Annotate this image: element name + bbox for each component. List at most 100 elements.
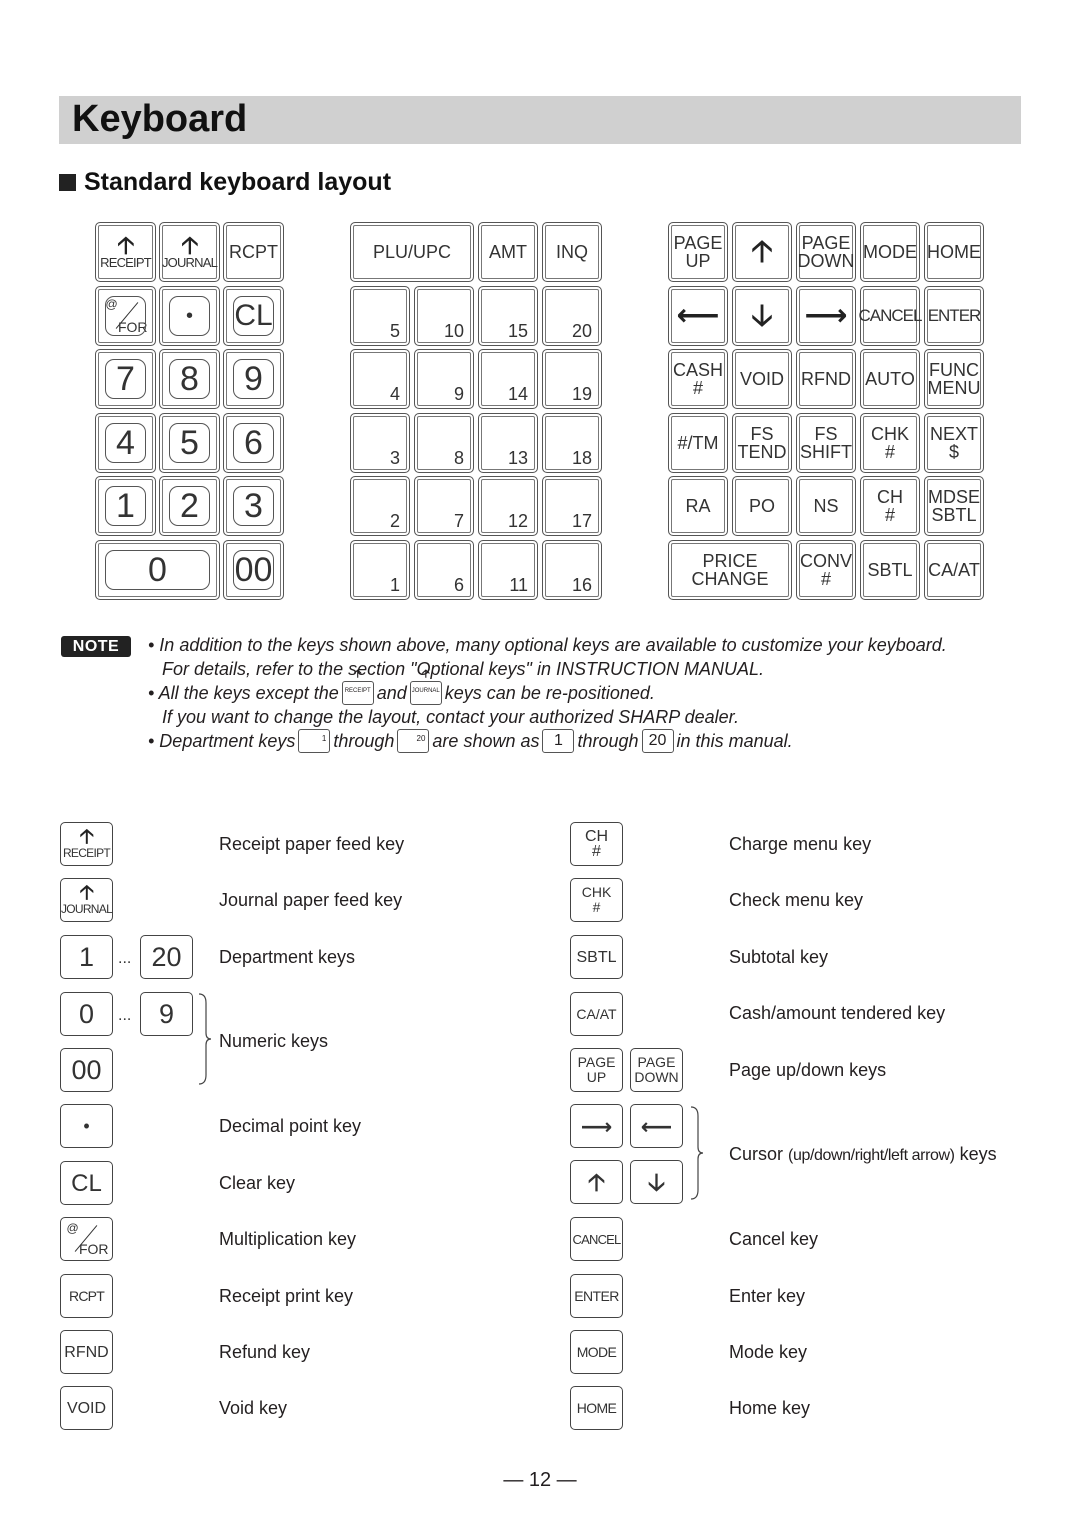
department-key[interactable]: 17 [542,476,602,536]
department-key[interactable]: 12 [478,476,538,536]
key-cl[interactable]: CL [223,286,284,346]
department-key[interactable]: 1 [350,540,410,600]
key-right-arrow[interactable]: ⟶ [796,286,856,346]
key-3[interactable]: 3 [223,476,284,536]
key-amt[interactable]: AMT [478,222,538,282]
key-home[interactable]: HOME [924,222,984,282]
key-po[interactable]: PO [732,476,792,536]
legend-text-home: Home key [729,1398,811,1418]
key-6[interactable]: 6 [223,413,284,473]
legend-key-decimal: • [60,1104,113,1148]
key-tm[interactable]: #/TM [668,413,728,473]
legend-key-enter: ENTER [570,1274,623,1318]
key-func-menu[interactable]: FUNC MENU [924,349,984,409]
key-label: #/TM [677,433,719,453]
key-label-group: RFND [801,370,851,388]
department-key[interactable]: 14 [478,349,538,409]
legend-key-page-down: PAGE DOWN [630,1048,683,1092]
key-chk[interactable]: CHK # [860,413,920,473]
key-inq[interactable]: INQ [542,222,602,282]
key-8[interactable]: 8 [159,349,220,409]
department-key[interactable]: 9 [414,349,474,409]
department-key[interactable]: 18 [542,413,602,473]
key-receipt-feed[interactable]: 🡡 RECEIPT [95,222,156,282]
legend-text-void: Void key [219,1398,288,1418]
note-line-5: • Department keys 1 through 20 are shown… [148,729,947,753]
key-label-group: AUTO [865,370,915,388]
key-5[interactable]: 5 [159,413,220,473]
department-key[interactable]: 10 [414,286,474,346]
key-label: INQ [555,242,588,262]
key-page-down[interactable]: PAGE DOWN [796,222,856,282]
key-2[interactable]: 2 [159,476,220,536]
key-left-arrow[interactable]: ⟵ [668,286,728,346]
key-9[interactable]: 9 [223,349,284,409]
key-label-group: FS SHIFT [800,425,852,461]
key-0[interactable]: 0 [95,540,220,600]
key-label: FUNC [929,360,979,380]
key-fs-tend[interactable]: FS TEND [732,413,792,473]
legend-key-dept-20: 20 [140,935,193,979]
legend-key-9: 9 [140,992,193,1036]
department-key[interactable]: 3 [350,413,410,473]
key-label-group: MDSE SBTL [928,488,980,524]
key-label: 6 [244,424,263,462]
key-mdse-sbtl[interactable]: MDSE SBTL [924,476,984,536]
key-label: 2 [180,487,199,525]
key-label: TEND [737,442,787,462]
key-cash[interactable]: CASH # [668,349,728,409]
key-down-arrow[interactable]: 🡣 [732,286,792,346]
department-key[interactable]: 4 [350,349,410,409]
key-label: NS [813,496,839,516]
legend-text-journal-feed: Journal paper feed key [219,890,403,910]
department-key[interactable]: 16 [542,540,602,600]
department-key[interactable]: 5 [350,286,410,346]
department-key[interactable]: 2 [350,476,410,536]
key-auto[interactable]: AUTO [860,349,920,409]
department-key[interactable]: 15 [478,286,538,346]
key-label: JOURNAL [60,901,113,916]
key-journal-feed[interactable]: 🡡 JOURNAL [159,222,220,282]
key-multiplication[interactable]: @ FOR [95,286,156,346]
key-label: 13 [507,448,528,468]
up-arrow-icon: 🡡 [181,231,198,259]
legend-key-cancel: CANCEL [570,1217,623,1261]
key-rcpt[interactable]: RCPT [223,222,284,282]
key-label: CHK [870,424,909,444]
department-key[interactable]: 6 [414,540,474,600]
key-ns[interactable]: NS [796,476,856,536]
department-key[interactable]: 19 [542,349,602,409]
key-ra[interactable]: RA [668,476,728,536]
department-key[interactable]: 7 [414,476,474,536]
key-void[interactable]: VOID [732,349,792,409]
department-key[interactable]: 8 [414,413,474,473]
department-key[interactable]: 13 [478,413,538,473]
key-up-arrow[interactable]: 🡡 [732,222,792,282]
key-page-up[interactable]: PAGE UP [668,222,728,282]
left-arrow-icon: ⟵ [676,299,720,332]
key-ca-at[interactable]: CA/AT [924,540,984,600]
key-7[interactable]: 7 [95,349,156,409]
key-enter[interactable]: ENTER [924,286,984,346]
key-4[interactable]: 4 [95,413,156,473]
key-label: 9 [244,360,263,398]
key-label: DOWN [634,1069,679,1085]
key-1[interactable]: 1 [95,476,156,536]
key-plu-upc[interactable]: PLU/UPC [350,222,474,282]
key-cancel[interactable]: CANCEL [859,286,922,346]
key-decimal[interactable]: • [159,286,220,346]
department-key[interactable]: 20 [542,286,602,346]
key-price-change[interactable]: PRICE CHANGE [668,540,792,600]
key-rfnd[interactable]: RFND [796,349,856,409]
key-conv[interactable]: CONV # [796,540,856,600]
key-sbtl[interactable]: SBTL [860,540,920,600]
key-next[interactable]: NEXT $ [924,413,984,473]
key-fs-shift[interactable]: FS SHIFT [796,413,856,473]
department-key[interactable]: 11 [478,540,538,600]
key-00[interactable]: 00 [223,540,284,600]
legend-key-mode: MODE [570,1330,623,1374]
key-label-group: #/TM [677,434,718,452]
key-mode[interactable]: MODE [860,222,920,282]
key-ch[interactable]: CH # [860,476,920,536]
note-text-part: • Department keys [148,731,296,751]
